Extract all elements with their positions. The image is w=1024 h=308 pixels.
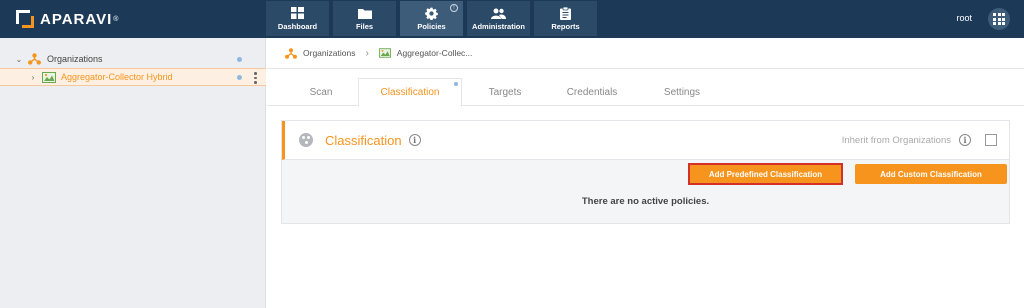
- panel-title: Classification: [325, 132, 402, 148]
- policies-info-icon[interactable]: !: [450, 4, 458, 12]
- tab-label: Classification: [380, 87, 440, 98]
- classification-panel: Classification i Inherit from Organizati…: [281, 120, 1010, 224]
- tab-settings[interactable]: Settings: [645, 78, 719, 106]
- organization-icon: [28, 53, 42, 65]
- gear-icon: [425, 6, 438, 20]
- users-icon: [491, 6, 506, 20]
- dashboard-icon: [291, 6, 304, 20]
- add-predefined-classification-button[interactable]: Add Predefined Classification: [688, 163, 843, 185]
- tree-item-label: Aggregator-Collector Hybrid: [61, 72, 173, 82]
- nav-administration-label: Administration: [472, 22, 525, 31]
- aparavi-logo[interactable]: APARAVI ®: [16, 9, 118, 29]
- main-content: Organizations › Aggregator-Collec... Sca…: [267, 38, 1024, 308]
- tree-item-aggregator-collector-hybrid[interactable]: › Aggregator-Collector Hybrid: [0, 68, 266, 86]
- nav-administration[interactable]: Administration: [467, 1, 530, 36]
- inherit-toggle: Inherit from Organizations i: [842, 134, 997, 146]
- top-bar: APARAVI ® Dashboard Files ! Policies Adm…: [0, 0, 1024, 38]
- tab-scan[interactable]: Scan: [287, 78, 355, 106]
- nav-policies-label: Policies: [417, 22, 446, 31]
- nav-files-label: Files: [355, 22, 374, 31]
- info-icon[interactable]: i: [959, 134, 971, 146]
- inherit-checkbox[interactable]: [985, 134, 997, 146]
- logo-mark-icon: [16, 10, 34, 28]
- nav-dashboard[interactable]: Dashboard: [266, 1, 329, 36]
- status-dot: [237, 74, 242, 80]
- tab-classification[interactable]: Classification: [358, 78, 462, 107]
- nav-reports-label: Reports: [551, 22, 580, 31]
- breadcrumb: Organizations › Aggregator-Collec...: [267, 38, 1024, 69]
- breadcrumb-label: Aggregator-Collec...: [396, 48, 473, 58]
- policy-tabs: Scan Classification Targets Credentials …: [267, 69, 1024, 107]
- info-icon[interactable]: i: [408, 134, 421, 146]
- tab-credentials[interactable]: Credentials: [549, 78, 635, 106]
- apps-menu-button[interactable]: [988, 8, 1010, 30]
- nav-files[interactable]: Files: [333, 1, 396, 36]
- status-dot: [454, 82, 458, 86]
- breadcrumb-organizations[interactable]: Organizations: [285, 47, 355, 59]
- aggregator-collector-icon: [378, 47, 391, 59]
- status-dot: [237, 56, 242, 62]
- tree-item-label: Organizations: [47, 54, 103, 64]
- empty-state-message: There are no active policies.: [581, 196, 710, 207]
- brand-registered-mark: ®: [113, 15, 119, 23]
- organization-tree: ⌄ Organizations › Aggregator-Collector H…: [0, 38, 266, 308]
- organization-icon: [285, 47, 297, 59]
- user-name[interactable]: root: [956, 13, 972, 23]
- breadcrumb-label: Organizations: [303, 48, 356, 58]
- add-custom-classification-button[interactable]: Add Custom Classification: [855, 164, 1007, 184]
- tree-item-organizations[interactable]: ⌄ Organizations: [0, 50, 266, 68]
- nav-reports[interactable]: Reports: [534, 1, 597, 36]
- chevron-right-icon[interactable]: ›: [28, 73, 38, 82]
- tab-targets[interactable]: Targets: [469, 78, 541, 106]
- more-options-icon[interactable]: [254, 72, 257, 84]
- panel-header: Classification i Inherit from Organizati…: [282, 121, 1009, 160]
- grid-icon: [993, 13, 1005, 25]
- chevron-down-icon[interactable]: ⌄: [14, 55, 24, 64]
- breadcrumb-aggregator-collector[interactable]: Aggregator-Collec...: [378, 47, 473, 59]
- brand-name: APARAVI: [40, 10, 113, 28]
- nav-dashboard-label: Dashboard: [277, 22, 318, 31]
- classification-icon: [299, 133, 313, 147]
- clipboard-icon: [560, 6, 571, 20]
- aggregator-collector-icon: [42, 71, 56, 83]
- folder-icon: [357, 6, 372, 20]
- breadcrumb-separator-icon: ›: [365, 47, 369, 59]
- main-nav: Dashboard Files ! Policies Administratio…: [266, 1, 597, 36]
- nav-policies[interactable]: ! Policies: [400, 1, 463, 36]
- inherit-label: Inherit from Organizations: [841, 134, 951, 146]
